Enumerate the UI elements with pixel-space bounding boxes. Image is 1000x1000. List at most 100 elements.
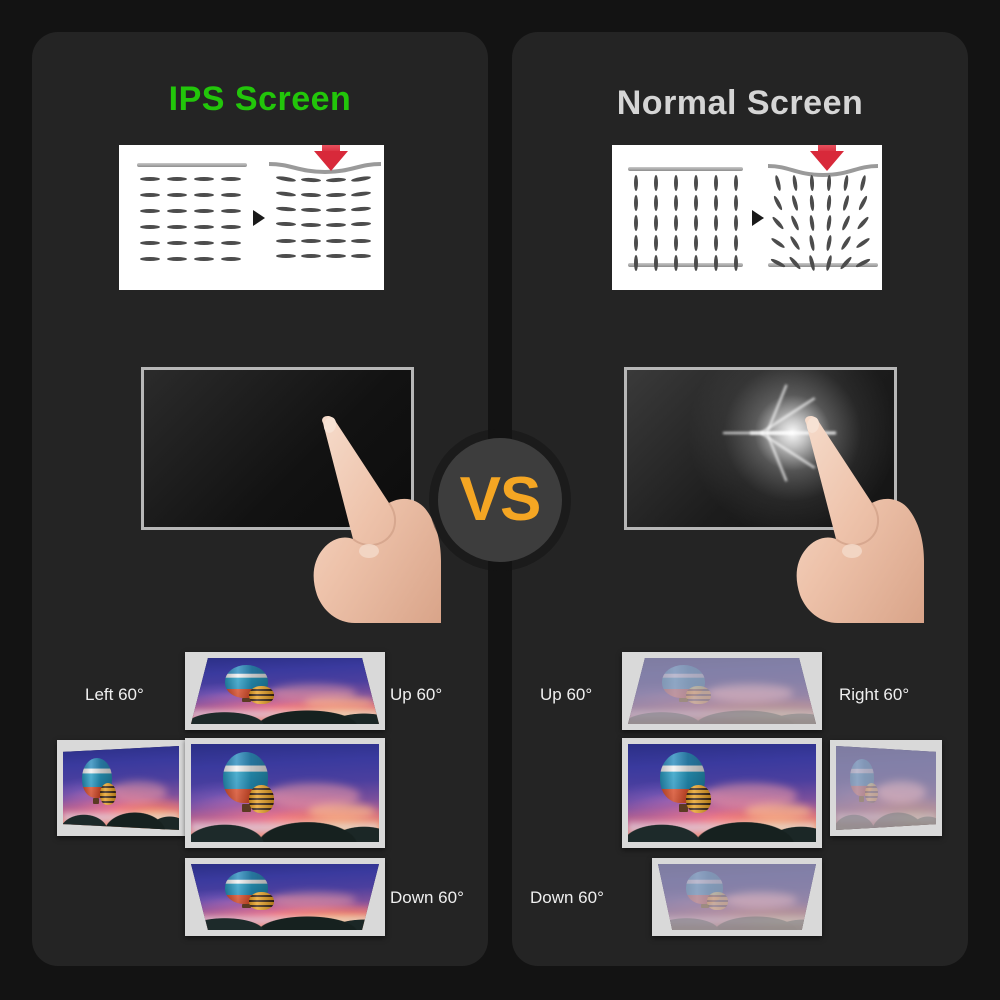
lc-molecule [771,215,785,231]
ips-viewing-angle-grid: Left 60° Up 60° Down 60° [32,620,488,950]
lc-molecule [654,255,658,271]
lc-molecule [140,209,160,213]
panel-normal-screen: Normal Screen Up 60° Right 60° Down 60° [512,32,968,966]
lc-molecule [276,239,296,243]
lc-bottom-plate [628,263,743,267]
lc-molecule [194,193,214,197]
lc-molecule [221,257,241,261]
lc-molecule [674,255,678,271]
lc-molecule [772,194,784,212]
lc-molecule [140,257,160,261]
lc-molecule [734,255,738,271]
lc-molecule [634,255,638,271]
lc-molecule [350,190,372,198]
lc-molecule [789,214,801,232]
angle-label-up: Up 60° [540,685,593,704]
lc-molecule [350,206,372,213]
angle-label-up: Up 60° [390,685,443,704]
lc-molecule [140,177,160,181]
vs-label: VS [459,465,542,534]
lc-molecule [825,234,833,252]
lc-molecule [325,192,347,198]
angle-label-left: Left 60° [85,685,144,704]
lc-molecule [694,255,698,271]
lc-molecule [714,175,718,191]
lc-molecule [714,195,718,211]
lc-molecule [634,215,638,231]
lc-molecule [221,193,241,197]
ips-thumb-center [185,738,385,848]
lc-molecule [674,195,678,211]
lc-molecule [275,206,297,213]
lc-molecule [826,194,832,212]
lc-molecule [221,225,241,229]
lc-molecule [326,254,346,258]
page-title-normal: Normal Screen [616,84,864,122]
lc-molecule [840,214,852,232]
lc-molecule [275,175,297,183]
angle-label-down: Down 60° [390,888,464,907]
lc-molecule [194,177,214,181]
lc-molecule [167,225,187,229]
lc-molecule [734,175,738,191]
normal-thumb-up [622,652,822,730]
lc-molecule [300,177,322,183]
lc-molecule [654,215,658,231]
lc-molecule [654,195,658,211]
lc-molecule [694,195,698,211]
lc-molecule [221,241,241,245]
lc-molecule [826,174,832,192]
lc-transition-arrow-icon [253,209,265,226]
lc-molecule [301,254,321,258]
normal-touch-demo [600,337,940,627]
lc-molecule [300,208,322,213]
lc-molecule [194,241,214,245]
lc-molecule [634,235,638,251]
lc-top-plate [137,163,247,167]
lc-molecule [221,177,241,181]
lc-molecule [276,254,296,258]
lc-molecule [325,223,347,228]
lc-molecule [634,195,638,211]
lc-molecule [351,254,371,258]
lc-molecule [734,235,738,251]
lc-molecule [790,194,800,212]
lc-molecule [275,190,297,198]
lc-molecule [856,215,870,231]
lc-molecule [167,241,187,245]
lc-molecule [734,215,738,231]
lc-molecule [694,175,698,191]
lc-molecule [194,209,214,213]
lc-molecule [825,214,833,232]
lc-molecule [326,239,346,243]
lc-molecule [857,194,869,212]
lc-molecule [221,209,241,213]
lc-molecule [808,234,816,252]
normal-thumb-right [830,740,942,836]
angle-label-right: Right 60° [839,685,910,704]
pointing-hand-icon [285,415,460,627]
ips-thumb-left [57,740,185,836]
normal-liquid-crystal-diagram [612,145,882,290]
lc-molecule [140,193,160,197]
lc-molecule [167,193,187,197]
lc-molecule [301,239,321,243]
lc-molecule [194,225,214,229]
lc-molecule [788,235,802,251]
lc-molecule [694,215,698,231]
lc-molecule [855,236,871,250]
normal-thumb-down [652,858,822,936]
lc-molecule [770,236,786,250]
lc-molecule [140,241,160,245]
vs-badge: VS [438,438,562,562]
lc-molecule [674,235,678,251]
lc-molecule [808,214,816,232]
lc-molecule [634,175,638,191]
pointing-hand-icon [768,415,943,627]
lc-molecule [674,215,678,231]
normal-thumb-center [622,738,822,848]
normal-lc-pressed [768,145,878,290]
angle-label-down: Down 60° [530,888,604,907]
page-title-ips: IPS Screen [168,80,352,118]
comparison-infographic: IPS Screen Left 60° Up 60° Down 60° Norm… [0,0,1000,1000]
